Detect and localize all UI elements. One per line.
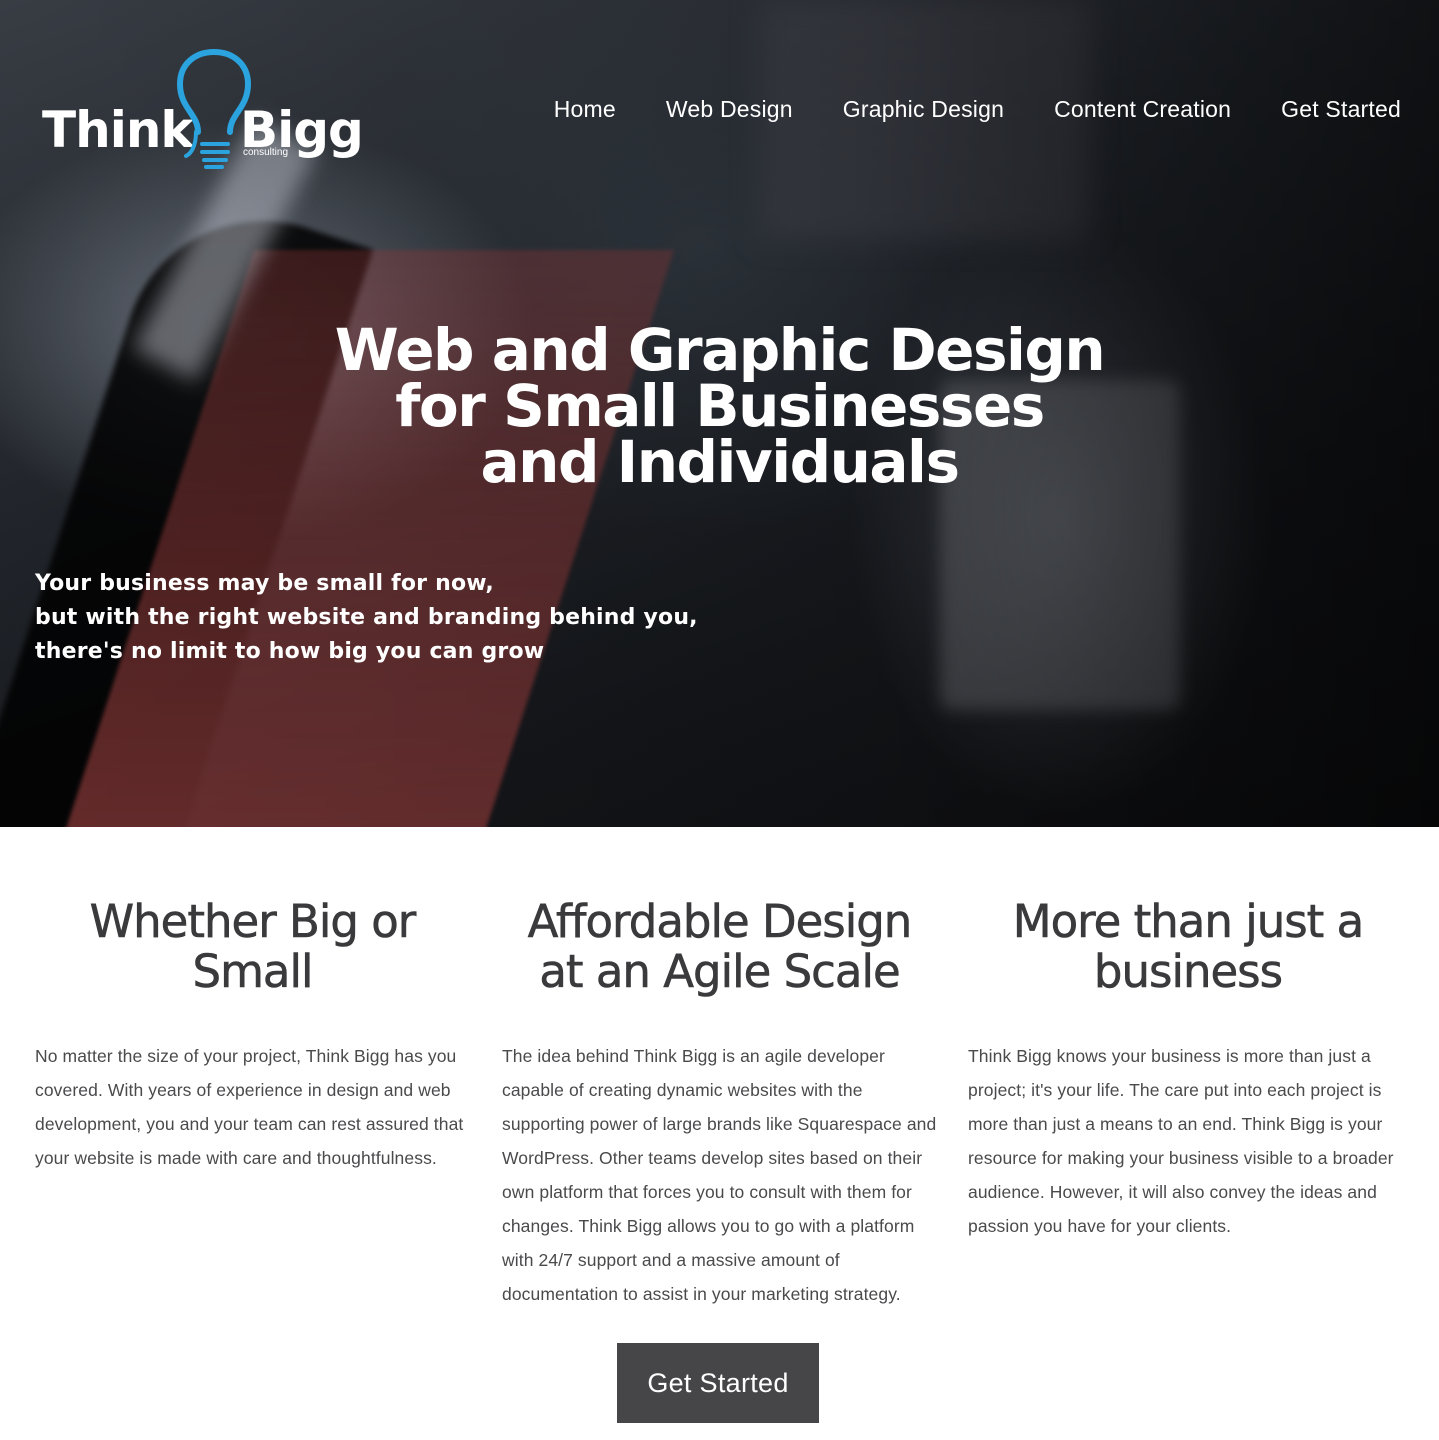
hero-tagline: Your business may be small for now, but … (35, 567, 698, 669)
feature-body: No matter the size of your project, Thin… (35, 1046, 464, 1168)
site-logo[interactable]: Think Bigg consulting (42, 48, 364, 173)
feature-body: The idea behind Think Bigg is an agile d… (502, 1046, 937, 1304)
nav-link-get-started[interactable]: Get Started (1281, 94, 1401, 124)
nav-link-content-creation[interactable]: Content Creation (1054, 94, 1231, 124)
logo-subtitle: consulting (243, 147, 289, 158)
main-navigation: Home Web Design Graphic Design Content C… (504, 94, 1401, 124)
logo-word-think: Think (42, 101, 194, 159)
feature-title: More than just a business (1012, 895, 1364, 998)
hero-tagline-line: there's no limit to how big you can grow (35, 639, 545, 664)
get-started-button[interactable]: Get Started (617, 1343, 819, 1423)
hero-title-line: and Individuals (480, 428, 960, 496)
feature-column: More than just a business Think Bigg kno… (968, 895, 1408, 1243)
nav-link-home[interactable]: Home (554, 94, 616, 124)
hero-tagline-line: but with the right website and branding … (35, 605, 698, 630)
nav-link-graphic-design[interactable]: Graphic Design (843, 94, 1004, 124)
feature-title: Whether Big or Small (89, 895, 416, 998)
nav-link-web-design[interactable]: Web Design (666, 94, 793, 124)
feature-column: Affordable Design at an Agile Scale The … (502, 895, 937, 1311)
feature-title: Affordable Design at an Agile Scale (527, 895, 912, 998)
feature-column: Whether Big or Small No matter the size … (35, 895, 470, 1175)
hero-section: Think Bigg consulting Home Web Design Gr… (0, 0, 1439, 827)
features-section: Whether Big or Small No matter the size … (0, 827, 1439, 1440)
hero-tagline-line: Your business may be small for now, (35, 571, 494, 596)
hero-title-line: for Small Businesses (395, 372, 1045, 440)
hero-title-line: Web and Graphic Design (334, 316, 1106, 384)
hero-title: Web and Graphic Design for Small Busines… (0, 316, 1439, 496)
feature-body: Think Bigg knows your business is more t… (968, 1046, 1394, 1236)
